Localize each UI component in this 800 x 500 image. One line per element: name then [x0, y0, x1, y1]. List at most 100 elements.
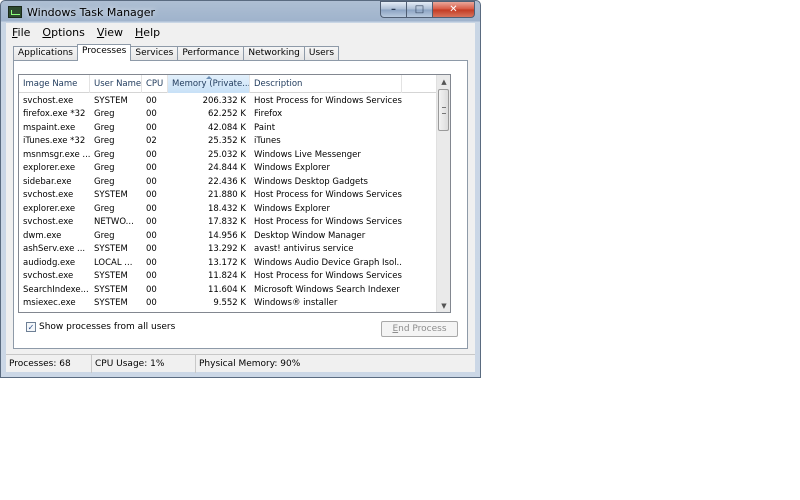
- process-memory: 11.604 K: [207, 284, 246, 295]
- process-row[interactable]: svchost.exe SYSTEM 00 206.332 K Host Process…: [19, 94, 437, 108]
- process-image-name: msiexec.exe: [23, 298, 76, 309]
- process-image-name: SearchIndexe...: [23, 284, 89, 295]
- process-image-name: explorer.exe: [23, 203, 76, 214]
- process-user-name: SYSTEM: [94, 244, 128, 255]
- process-row[interactable]: mspaint.exe Greg 00 42.084 K Paint: [19, 121, 437, 135]
- process-description: Windows Explorer: [254, 163, 331, 174]
- process-memory: 9.552 K: [213, 298, 246, 309]
- tab-services[interactable]: Services: [130, 46, 179, 61]
- process-row[interactable]: audiodg.exe LOCAL ... 00 13.172 K Windows Au…: [19, 256, 437, 270]
- column-image-name[interactable]: Image Name: [19, 75, 90, 93]
- process-memory: 13.292 K: [207, 244, 246, 255]
- process-row[interactable]: msiexec.exe SYSTEM 00 9.552 K Windows® insta…: [19, 297, 437, 311]
- process-cpu: 00: [146, 244, 157, 255]
- process-user-name: SYSTEM: [94, 271, 128, 282]
- minimize-button[interactable]: –: [380, 1, 406, 18]
- title-bar[interactable]: Windows Task Manager – □ ✕: [1, 1, 480, 23]
- menu-help[interactable]: Help: [129, 26, 166, 39]
- process-user-name: SYSTEM: [94, 284, 128, 295]
- process-cpu: 00: [146, 190, 157, 201]
- column-cpu[interactable]: CPU: [142, 75, 168, 93]
- tab-processes[interactable]: Processes: [76, 44, 132, 61]
- process-image-name: iTunes.exe *32: [23, 136, 86, 147]
- process-row[interactable]: iTunes.exe *32 Greg 02 25.352 K iTunes: [19, 135, 437, 149]
- column-description[interactable]: Description: [250, 75, 402, 93]
- process-description: Windows Explorer: [254, 203, 331, 214]
- tab-networking[interactable]: Networking: [243, 46, 305, 61]
- process-user-name: LOCAL ...: [94, 257, 133, 268]
- process-cpu: 00: [146, 163, 157, 174]
- process-memory: 24.844 K: [207, 163, 246, 174]
- process-image-name: svchost.exe: [23, 190, 74, 201]
- menu-view-label: iew: [104, 25, 124, 39]
- tab-performance[interactable]: Performance: [177, 46, 245, 61]
- scroll-down-arrow-icon[interactable]: ▼: [437, 299, 450, 312]
- end-process-label: nd Process: [398, 324, 447, 334]
- process-memory: 14.956 K: [207, 230, 246, 241]
- process-description: Windows Live Messenger: [254, 149, 361, 160]
- process-row[interactable]: svchost.exe SYSTEM 00 21.880 K Host Process …: [19, 189, 437, 203]
- column-user-name[interactable]: User Name: [90, 75, 142, 93]
- process-row[interactable]: msnmsgr.exe ... Greg 00 25.032 K Windows Liv…: [19, 148, 437, 162]
- process-rows: svchost.exe SYSTEM 00 206.332 K Host Process…: [19, 94, 437, 310]
- process-row[interactable]: dwm.exe Greg 00 14.956 K Desktop Window Mana…: [19, 229, 437, 243]
- process-image-name: ashServ.exe ...: [23, 244, 86, 255]
- vertical-scrollbar[interactable]: ▲ ▼: [436, 75, 450, 312]
- process-image-name: firefox.exe *32: [23, 109, 86, 120]
- menu-help-label: elp: [143, 25, 161, 39]
- menu-view[interactable]: View: [91, 26, 129, 39]
- menu-options-accel: O: [42, 25, 52, 39]
- process-description: iTunes: [254, 136, 281, 147]
- process-row[interactable]: SearchIndexe... SYSTEM 00 11.604 K Microsoft…: [19, 283, 437, 297]
- process-description: Host Process for Windows Services: [254, 271, 402, 282]
- process-cpu: 00: [146, 149, 157, 160]
- process-cpu: 02: [146, 136, 157, 147]
- maximize-button[interactable]: □: [406, 1, 432, 18]
- tab-users[interactable]: Users: [303, 46, 340, 61]
- process-user-name: NETWO...: [94, 217, 134, 228]
- process-cpu: 00: [146, 298, 157, 309]
- process-memory: 25.032 K: [207, 149, 246, 160]
- tab-applications[interactable]: Applications: [13, 46, 78, 61]
- column-headers: Image Name User Name CPU Memory (Private…: [19, 75, 450, 93]
- process-row[interactable]: firefox.exe *32 Greg 00 62.252 K Firefox: [19, 108, 437, 122]
- show-all-processes[interactable]: ✓ Show processes from all users: [26, 322, 175, 332]
- menu-file[interactable]: File: [6, 26, 36, 39]
- process-memory: 42.084 K: [207, 122, 246, 133]
- status-bar: Processes: 68 CPU Usage: 1% Physical Mem…: [6, 354, 475, 373]
- process-list[interactable]: Image Name User Name CPU Memory (Private…: [18, 74, 451, 313]
- menu-bar: File Options View Help: [6, 23, 475, 41]
- status-cpu-usage: CPU Usage: 1%: [92, 354, 196, 373]
- process-user-name: SYSTEM: [94, 95, 128, 106]
- process-row[interactable]: explorer.exe Greg 00 24.844 K Windows Explor…: [19, 162, 437, 176]
- process-row[interactable]: explorer.exe Greg 00 18.432 K Windows Explor…: [19, 202, 437, 216]
- process-description: avast! antivirus service: [254, 244, 354, 255]
- caption-buttons: – □ ✕: [380, 1, 475, 18]
- process-memory: 206.332 K: [202, 95, 246, 106]
- process-cpu: 00: [146, 109, 157, 120]
- column-memory[interactable]: Memory (Private...: [168, 75, 250, 93]
- process-memory: 62.252 K: [207, 109, 246, 120]
- scroll-thumb[interactable]: [438, 89, 449, 131]
- process-cpu: 00: [146, 203, 157, 214]
- menu-options[interactable]: Options: [36, 26, 90, 39]
- process-user-name: Greg: [94, 176, 115, 187]
- process-row[interactable]: svchost.exe NETWO... 00 17.832 K Host Proces…: [19, 216, 437, 230]
- task-manager-icon: [8, 6, 22, 18]
- end-process-button[interactable]: End Process: [381, 321, 458, 337]
- process-image-name: audiodg.exe: [23, 257, 76, 268]
- process-row[interactable]: ashServ.exe ... SYSTEM 00 13.292 K avast! an…: [19, 243, 437, 257]
- process-cpu: 00: [146, 257, 157, 268]
- menu-file-label: ile: [17, 25, 31, 39]
- show-all-checkbox[interactable]: ✓: [26, 322, 36, 332]
- process-user-name: Greg: [94, 163, 115, 174]
- menu-options-label: ptions: [51, 25, 85, 39]
- process-row[interactable]: svchost.exe SYSTEM 00 11.824 K Host Process …: [19, 270, 437, 284]
- process-cpu: 00: [146, 271, 157, 282]
- scroll-up-arrow-icon[interactable]: ▲: [437, 75, 450, 88]
- close-button[interactable]: ✕: [432, 1, 475, 18]
- process-image-name: msnmsgr.exe ...: [23, 149, 90, 160]
- process-description: Host Process for Windows Services: [254, 190, 402, 201]
- process-cpu: 00: [146, 217, 157, 228]
- process-row[interactable]: sidebar.exe Greg 00 22.436 K Windows Desktop…: [19, 175, 437, 189]
